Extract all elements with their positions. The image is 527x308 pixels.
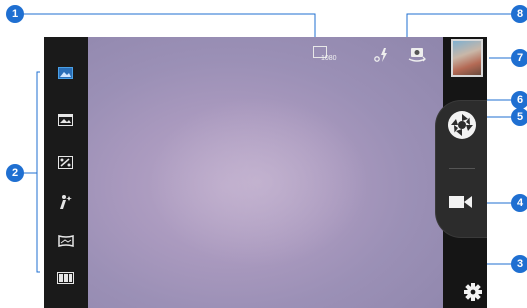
video-record-button[interactable] (445, 187, 475, 217)
hdr-mode-icon[interactable] (57, 154, 74, 170)
wide-mode-icon[interactable] (57, 233, 74, 249)
callout-badge-2: 2 (6, 164, 24, 182)
normal-mode-icon[interactable] (57, 65, 74, 81)
settings-button[interactable] (464, 283, 482, 301)
settings-gear-icon (464, 283, 482, 301)
callout-badge-6: 6 (511, 91, 527, 109)
capture-divider (449, 168, 475, 169)
viewfinder-glow (148, 97, 368, 267)
flash-button[interactable] (374, 47, 390, 68)
panorama-mode-icon[interactable] (57, 112, 74, 128)
flash-icon (374, 48, 387, 62)
switch-camera-icon (408, 48, 426, 62)
callout-badge-1: 1 (6, 5, 24, 23)
switch-camera-button[interactable] (408, 46, 426, 69)
callout-badge-8: 8 (511, 5, 527, 23)
shutter-button[interactable] (442, 105, 482, 145)
gallery-thumbnail[interactable] (451, 39, 483, 77)
callout-badge-4: 4 (511, 194, 527, 212)
video-record-icon (449, 196, 472, 208)
resolution-text: 1080 (321, 55, 337, 62)
multi-frame-mode-icon[interactable] (57, 270, 74, 286)
callout-badge-7: 7 (511, 49, 527, 67)
camera-viewfinder[interactable]: 1080 (88, 37, 443, 308)
shutter-icon (448, 111, 476, 139)
callout-badge-5: 5 (511, 108, 527, 126)
resolution-indicator[interactable]: 1080 (313, 46, 337, 67)
camera-screen: 1080 (44, 37, 487, 308)
shooting-mode-bar (44, 37, 88, 308)
callout-badge-3: 3 (511, 255, 527, 273)
beauty-mode-icon[interactable] (57, 194, 74, 210)
